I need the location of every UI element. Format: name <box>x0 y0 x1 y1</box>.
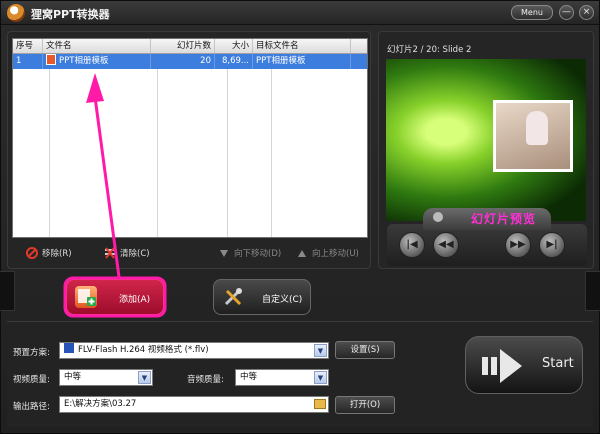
left-rail <box>0 271 15 311</box>
preview-label: 幻灯片预览 <box>471 212 537 226</box>
chevron-down-icon: ▼ <box>138 371 151 384</box>
column-header-size[interactable]: 大小 <box>215 39 253 53</box>
customize-button-label: 自定义(C) <box>262 295 303 305</box>
column-header-filename[interactable]: 文件名 <box>43 39 151 53</box>
file-list-panel: 序号 文件名 幻灯片数 大小 目标文件名 1 PPT相册模板 20 8,69..… <box>7 31 371 269</box>
clear-button[interactable]: 清除(C) <box>104 247 150 259</box>
output-path-value: E:\解决方案\03.27 <box>64 399 137 409</box>
move-down-button[interactable]: 向下移动(D) <box>218 247 281 259</box>
add-button[interactable]: 添加(A) <box>66 279 164 315</box>
column-header-target[interactable]: 目标文件名 <box>253 39 351 53</box>
table-row[interactable]: 1 PPT相册模板 20 8,69... PPT相册模板 <box>13 54 367 69</box>
start-button[interactable]: Start <box>465 336 583 394</box>
file-table: 序号 文件名 幻灯片数 大小 目标文件名 1 PPT相册模板 20 8,69..… <box>12 38 368 238</box>
open-button[interactable]: 打开(O) <box>335 396 395 414</box>
previous-slide-button[interactable]: ◀◀ <box>433 232 459 258</box>
preview-caption: 幻灯片2 / 20: Slide 2 <box>387 45 472 55</box>
remove-button[interactable]: 移除(R) <box>26 247 72 259</box>
preview-label-tab: 幻灯片预览 <box>423 208 551 230</box>
video-quality-select[interactable]: 中等 ▼ <box>59 369 153 386</box>
row-index: 1 <box>13 54 43 69</box>
output-path-label: 输出路径: <box>13 402 50 412</box>
video-quality-value: 中等 <box>64 372 82 382</box>
next-slide-button[interactable]: ▶▶ <box>505 232 531 258</box>
settings-panel: 预置方案: FLV-Flash H.264 视频格式 (*.flv) ▼ 设置(… <box>7 321 593 427</box>
add-ppt-icon <box>75 286 97 308</box>
minimize-button[interactable]: — <box>559 5 574 20</box>
column-gridlines <box>13 69 367 237</box>
customize-button[interactable]: 自定义(C) <box>213 279 311 315</box>
title-bar: 狸窝PPT转换器 Menu — × <box>1 1 599 25</box>
menu-button-label: Menu <box>521 8 543 17</box>
folder-icon[interactable] <box>314 399 326 409</box>
arrow-up-icon <box>296 247 308 259</box>
app-title: 狸窝PPT转换器 <box>31 8 110 21</box>
chevron-down-icon: ▼ <box>314 371 327 384</box>
start-arrow-icon <box>482 349 522 383</box>
row-slides: 20 <box>151 54 215 69</box>
row-size: 8,69... <box>215 54 253 69</box>
right-rail <box>585 271 600 311</box>
person-figure <box>526 111 548 145</box>
list-toolbar: 移除(R) 清除(C) 向下移动(D) 向上移动(U) <box>12 244 368 264</box>
tools-icon <box>222 286 244 308</box>
table-header: 序号 文件名 幻灯片数 大小 目标文件名 <box>13 39 367 54</box>
audio-quality-value: 中等 <box>240 372 258 382</box>
preset-value: FLV-Flash H.264 视频格式 (*.flv) <box>78 345 209 355</box>
app-logo-icon <box>7 4 25 22</box>
row-target: PPT相册模板 <box>253 54 351 69</box>
playback-controls: 幻灯片预览 |◀ ◀◀ ▶▶ ▶| <box>387 208 587 266</box>
preset-label: 预置方案: <box>13 348 50 358</box>
arrow-down-icon <box>218 247 230 259</box>
ppt-file-icon <box>46 54 56 65</box>
slide-photo <box>493 100 573 172</box>
preset-select[interactable]: FLV-Flash H.264 视频格式 (*.flv) ▼ <box>59 342 329 359</box>
slider-knob[interactable] <box>433 212 443 222</box>
move-down-label: 向下移动(D) <box>234 249 282 259</box>
add-button-label: 添加(A) <box>119 295 151 305</box>
last-slide-button[interactable]: ▶| <box>539 232 565 258</box>
preview-panel: 幻灯片2 / 20: Slide 2 幻灯片预览 |◀ ◀◀ ▶▶ ▶| <box>378 31 594 269</box>
app-window: 狸窝PPT转换器 Menu — × 序号 文件名 幻灯片数 大小 目标文件名 1… <box>0 0 600 434</box>
remove-label: 移除(R) <box>42 249 72 259</box>
settings-button[interactable]: 设置(S) <box>335 341 395 359</box>
menu-button[interactable]: Menu <box>511 5 553 20</box>
output-path-input[interactable]: E:\解决方案\03.27 <box>59 396 329 413</box>
audio-quality-label: 音频质量: <box>187 375 224 385</box>
start-button-label: Start <box>542 356 574 371</box>
no-entry-icon <box>26 247 38 259</box>
column-header-index[interactable]: 序号 <box>13 39 43 53</box>
slide-preview-image <box>386 59 586 221</box>
move-up-label: 向上移动(U) <box>312 249 359 259</box>
video-quality-label: 视频质量: <box>13 375 50 385</box>
row-filename-cell: PPT相册模板 <box>43 54 151 69</box>
column-header-slides[interactable]: 幻灯片数 <box>151 39 215 53</box>
move-up-button[interactable]: 向上移动(U) <box>296 247 359 259</box>
audio-quality-select[interactable]: 中等 ▼ <box>235 369 329 386</box>
close-button[interactable]: × <box>579 5 594 20</box>
video-format-icon <box>64 343 74 353</box>
chevron-down-icon: ▼ <box>314 344 327 357</box>
clear-list-icon <box>104 247 116 259</box>
row-filename: PPT相册模板 <box>59 56 109 66</box>
clear-label: 清除(C) <box>120 249 150 259</box>
first-slide-button[interactable]: |◀ <box>399 232 425 258</box>
